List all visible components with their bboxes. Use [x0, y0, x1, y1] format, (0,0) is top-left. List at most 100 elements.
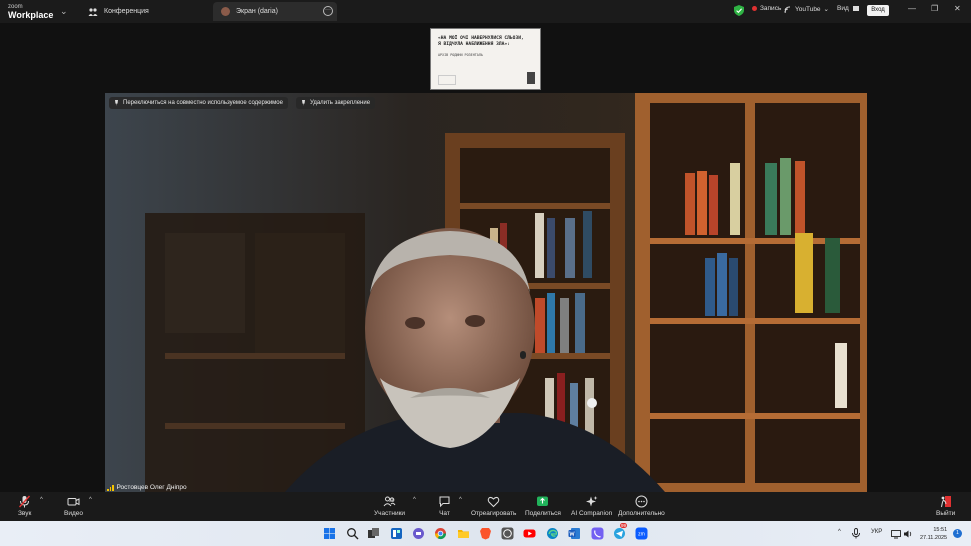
share-screen-icon — [537, 496, 549, 506]
tab-conference[interactable]: Конференция — [80, 2, 212, 21]
participant-name-tag: Ростовцев Олег Дніпро — [107, 484, 187, 491]
leave-icon — [941, 496, 952, 508]
record-dot-icon — [752, 6, 757, 11]
mic-muted-icon — [19, 495, 31, 508]
record-button[interactable]: Запись — [752, 5, 781, 12]
more-button[interactable]: Дополнительно — [618, 495, 665, 521]
chevron-up-icon[interactable]: ^ — [89, 497, 92, 503]
clock-date: 27.11.2025 — [920, 535, 948, 541]
view-button[interactable]: Вид — [837, 5, 859, 12]
network-icon[interactable] — [891, 529, 901, 539]
tab-screen-label: Экран (daria) — [236, 8, 278, 15]
tab-conference-label: Конференция — [104, 8, 149, 15]
participants-button[interactable]: 39 Участники — [374, 495, 405, 521]
unpin-label: Удалить закрепление — [310, 100, 371, 106]
heart-icon — [487, 496, 500, 508]
file-explorer-icon[interactable] — [457, 527, 470, 540]
pin-icon — [115, 100, 118, 106]
keyboard-language[interactable]: УКР — [871, 529, 882, 535]
youtube-live-button[interactable]: YouTube ⌄ — [784, 5, 829, 13]
sparkle-icon — [586, 496, 598, 507]
windows-start-icon[interactable] — [323, 527, 336, 540]
restore-icon[interactable]: ❐ — [931, 4, 938, 13]
signal-icon — [107, 484, 114, 491]
meeting-area: «НА МОЇ ОЧІ НАВЕРНУЛИСЯ СЛЬОЗИ, Я ВІДЧУЛ… — [0, 23, 971, 492]
pinned-video[interactable]: Переключиться на совместно используемое … — [105, 93, 867, 492]
shared-title-line-2: Я ВІДЧУЛА НАБЛИЖЕННЯ ЗЛА»: — [438, 42, 510, 47]
app-logo: zoom Workplace — [8, 3, 53, 20]
grid-icon — [852, 6, 859, 11]
leave-label: Выйти — [936, 510, 956, 517]
tab-screen[interactable]: Экран (daria) ··· — [213, 2, 337, 21]
microphone-icon[interactable] — [851, 528, 861, 539]
viber-icon[interactable] — [591, 527, 604, 540]
meeting-toolbar: Звук ^ Видео ^ 39 Участники ^ Чат ^ Отре… — [0, 492, 971, 521]
enter-button[interactable]: Вход — [867, 5, 889, 16]
view-label: Вид — [837, 5, 849, 12]
more-icon[interactable]: ··· — [323, 6, 333, 16]
chevron-up-icon[interactable]: ^ — [459, 497, 462, 503]
ai-companion-label: AI Companion — [571, 510, 613, 517]
participants-icon — [88, 7, 98, 16]
chevron-up-icon[interactable]: ^ — [40, 497, 43, 503]
widgets-icon[interactable] — [390, 527, 403, 540]
whatsapp-icon[interactable] — [501, 527, 514, 540]
youtube-icon[interactable] — [523, 527, 536, 540]
participants-count: 39 — [389, 498, 395, 504]
edge-icon[interactable] — [546, 527, 559, 540]
share-button[interactable]: Поделиться — [525, 495, 561, 521]
shield-icon[interactable] — [734, 5, 744, 16]
switch-label: Переключиться на совместно используемое … — [123, 100, 283, 106]
telegram-icon[interactable] — [613, 527, 626, 540]
participant-name: Ростовцев Олег Дніпро — [116, 484, 187, 491]
system-clock[interactable]: 15:51 27.11.2025 — [920, 526, 947, 542]
brave-icon[interactable] — [479, 527, 492, 540]
zoom-app-icon[interactable]: zm — [635, 527, 648, 540]
shared-screen-thumbnail[interactable]: «НА МОЇ ОЧІ НАВЕРНУЛИСЯ СЛЬОЗИ, Я ВІДЧУЛ… — [430, 28, 541, 90]
chat-icon — [439, 496, 450, 508]
chevron-up-icon[interactable]: ^ — [413, 497, 416, 503]
react-label: Отреагировать — [471, 510, 517, 517]
react-button[interactable]: Отреагировать — [471, 495, 516, 521]
audio-label: Звук — [18, 510, 32, 517]
chrome-icon[interactable] — [434, 527, 447, 540]
leave-button[interactable]: Выйти — [936, 495, 955, 521]
audio-button[interactable]: Звук — [18, 495, 31, 521]
volume-icon[interactable] — [903, 529, 913, 539]
notification-badge[interactable]: 1 — [953, 529, 962, 538]
chat-button[interactable]: Чат — [438, 495, 451, 521]
shared-title: «НА МОЇ ОЧІ НАВЕРНУЛИСЯ СЛЬОЗИ, Я ВІДЧУЛ… — [438, 36, 538, 48]
video-button[interactable]: Видео — [64, 495, 83, 521]
share-label: Поделиться — [525, 510, 561, 517]
minimize-icon[interactable]: — — [908, 4, 916, 13]
video-label: Видео — [64, 510, 83, 517]
shared-subtitle: АРХІВ РОДИНИ РОЗЕНТАЛЬ — [438, 53, 483, 57]
shared-title-line-1: «НА МОЇ ОЧІ НАВЕРНУЛИСЯ СЛЬОЗИ, — [438, 36, 524, 41]
more-icon — [635, 495, 648, 508]
search-icon[interactable] — [346, 527, 359, 540]
svg-text:zm: zm — [638, 532, 645, 538]
shared-photo-image — [527, 72, 535, 84]
pin-icon — [302, 100, 305, 106]
camera-icon — [67, 498, 80, 506]
participants-label: Участники — [374, 510, 406, 517]
switch-to-shared-content-button[interactable]: Переключиться на совместно используемое … — [109, 97, 288, 109]
chevron-down-icon: ⌄ — [823, 6, 829, 13]
chevron-up-icon[interactable]: ^ — [838, 529, 841, 535]
chat-label: Чат — [439, 510, 450, 517]
avatar — [221, 7, 230, 16]
title-bar: zoom Workplace ⌄ Конференция Экран (dari… — [0, 0, 971, 23]
youtube-label: YouTube — [795, 5, 821, 13]
video-frame-image — [105, 93, 867, 492]
unpin-button[interactable]: Удалить закрепление — [296, 97, 376, 109]
windows-taskbar: 99 zm ^ УКР 15:51 27.11.2025 1 — [0, 521, 971, 546]
clock-time: 15:51 — [933, 527, 948, 533]
chat-app-icon[interactable] — [412, 527, 425, 540]
chevron-down-icon[interactable]: ⌄ — [60, 6, 68, 17]
word-icon[interactable] — [568, 527, 581, 540]
telegram-badge: 99 — [620, 523, 628, 528]
record-label: Запись — [760, 5, 782, 12]
task-view-icon[interactable] — [367, 527, 380, 540]
close-icon[interactable]: ✕ — [954, 4, 961, 13]
ai-companion-button[interactable]: AI Companion — [571, 495, 612, 521]
